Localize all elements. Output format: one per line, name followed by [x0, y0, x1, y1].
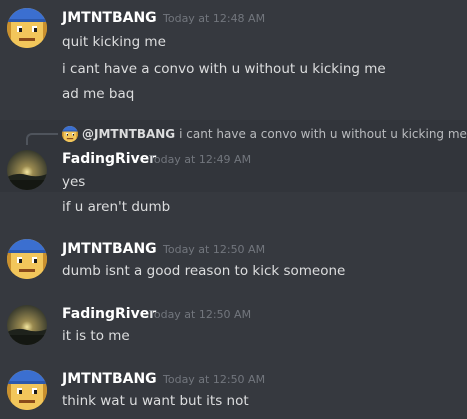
- timestamp: Today at 12:48 AM: [163, 12, 266, 25]
- message-text: if u aren't dumb: [62, 199, 171, 215]
- pixel-face-avatar[interactable]: [7, 370, 47, 410]
- message-text: it is to me: [62, 328, 130, 344]
- timestamp: Today at 12:50 AM: [149, 308, 252, 321]
- sunset-avatar[interactable]: [7, 305, 47, 345]
- message-text: dumb isnt a good reason to kick someone: [62, 263, 346, 279]
- reply-author[interactable]: @JMTNTBANG: [82, 127, 175, 141]
- reply-spine: [26, 133, 58, 145]
- pixel-face-avatar[interactable]: [7, 8, 47, 48]
- message-text: i cant have a convo with u without u kic…: [62, 61, 386, 77]
- username[interactable]: JMTNTBANG: [62, 9, 157, 27]
- message-group: JMTNTBANG Today at 12:48 AM quit kicking…: [0, 0, 467, 116]
- username[interactable]: FadingRiver: [62, 305, 156, 323]
- timestamp: Today at 12:50 AM: [163, 243, 266, 256]
- message-text: yes: [62, 174, 86, 190]
- reply-text[interactable]: i cant have a convo with u without u kic…: [179, 127, 467, 141]
- timestamp: Today at 12:50 AM: [163, 373, 266, 386]
- pixel-face-avatar: [62, 126, 78, 142]
- username[interactable]: JMTNTBANG: [62, 370, 157, 388]
- pixel-face-avatar[interactable]: [7, 239, 47, 279]
- username[interactable]: FadingRiver: [62, 150, 156, 168]
- reply-preview[interactable]: @JMTNTBANG i cant have a convo with u wi…: [62, 126, 467, 142]
- username[interactable]: JMTNTBANG: [62, 240, 157, 258]
- message-text: quit kicking me: [62, 34, 166, 50]
- sunset-avatar[interactable]: [7, 150, 47, 190]
- timestamp: Today at 12:49 AM: [149, 153, 252, 166]
- message-text: ad me baq: [62, 86, 135, 102]
- message-text: think wat u want but its not: [62, 393, 249, 409]
